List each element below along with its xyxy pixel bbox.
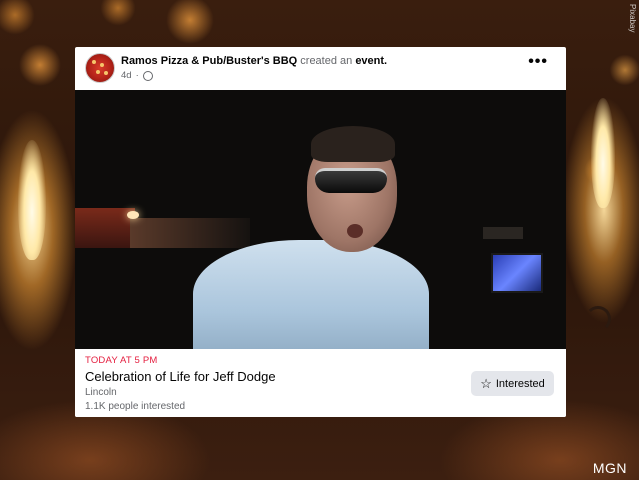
event-location: Lincoln: [85, 387, 117, 398]
candle-wick: [585, 306, 611, 332]
left-candle-flame: [18, 140, 46, 260]
sunglasses: [315, 168, 387, 193]
bar-light: [127, 211, 139, 219]
bar-background: [75, 208, 135, 248]
man-shirt: [193, 240, 429, 349]
tv-screen: [491, 253, 543, 293]
facebook-post-card: Ramos Pizza & Pub/Buster's BBQ created a…: [75, 47, 566, 417]
event-details: TODAY AT 5 PM Celebration of Life for Je…: [75, 349, 566, 417]
more-options-button[interactable]: •••: [528, 54, 548, 70]
interested-button-label: Interested: [495, 377, 545, 390]
watermark: Pixabay: [628, 4, 637, 33]
mgn-badge: MGN: [592, 460, 627, 476]
page-avatar[interactable]: [85, 53, 115, 83]
interested-button[interactable]: ☆ Interested: [471, 371, 554, 396]
interested-count: 1.1K people interested: [85, 401, 186, 412]
globe-icon: [142, 70, 153, 81]
event-title[interactable]: Celebration of Life for Jeff Dodge: [85, 369, 276, 384]
event-time: TODAY AT 5 PM: [85, 355, 158, 366]
man-mouth: [347, 224, 363, 238]
bar-sign: [483, 227, 523, 239]
post-meta: 4d ·: [121, 70, 153, 81]
post-timestamp[interactable]: 4d: [121, 70, 132, 81]
page-name-link[interactable]: Ramos Pizza & Pub/Buster's BBQ: [121, 55, 297, 67]
post-header: Ramos Pizza & Pub/Buster's BBQ created a…: [75, 47, 566, 90]
man-hair: [311, 126, 395, 162]
right-candle-flame: [591, 98, 615, 208]
event-link[interactable]: event.: [355, 55, 387, 67]
action-text: created an: [297, 55, 356, 67]
bar-shelf: [130, 218, 250, 248]
event-photo[interactable]: [75, 90, 566, 349]
star-icon: ☆: [480, 376, 492, 391]
author-line: Ramos Pizza & Pub/Buster's BBQ created a…: [121, 55, 387, 67]
